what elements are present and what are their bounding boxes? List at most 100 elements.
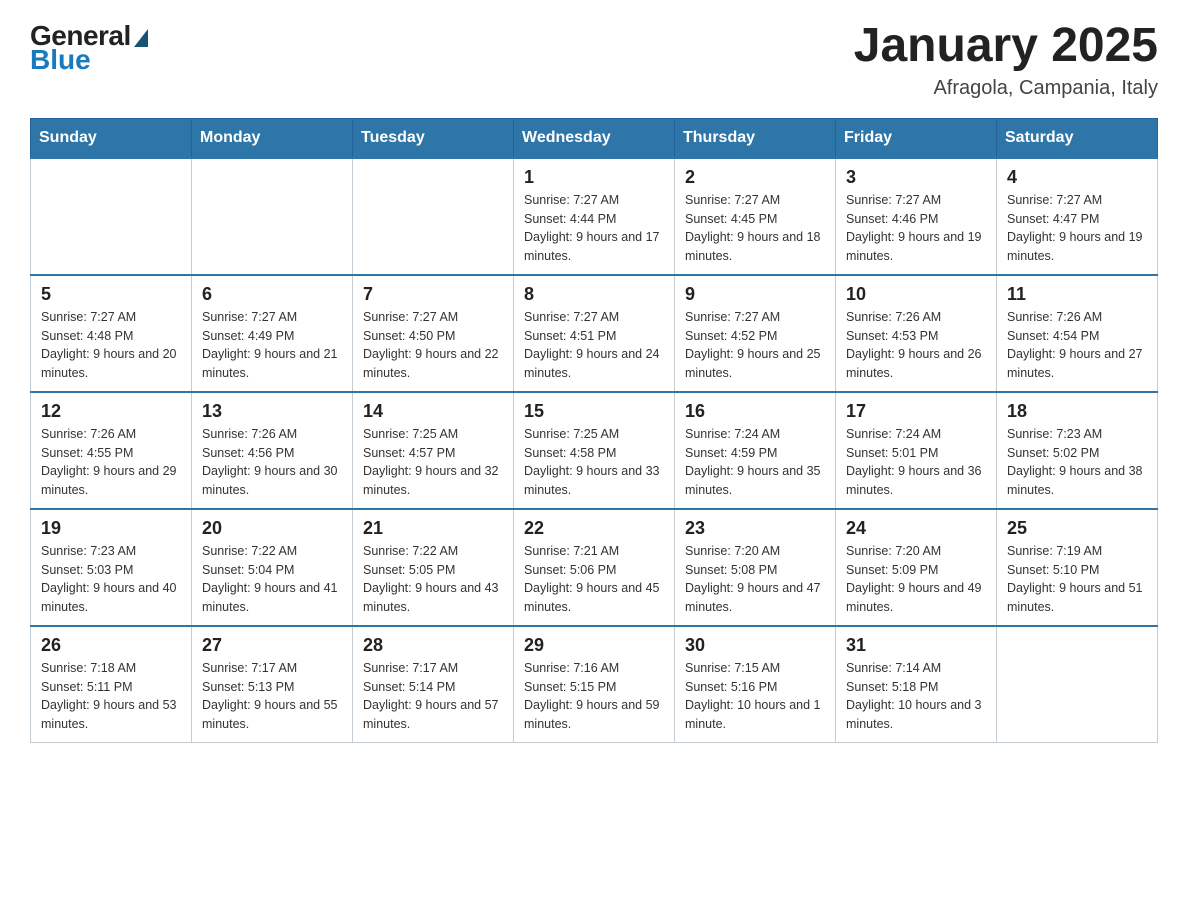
day-info: Sunrise: 7:27 AM Sunset: 4:52 PM Dayligh… [685,308,825,383]
day-number: 13 [202,401,342,422]
weekday-header-thursday: Thursday [675,118,836,158]
day-number: 1 [524,167,664,188]
calendar-cell: 18Sunrise: 7:23 AM Sunset: 5:02 PM Dayli… [997,392,1158,509]
calendar-cell: 1 Sunrise: 7:27 AM Sunset: 4:44 PM Daylig… [514,158,675,275]
calendar-cell: 3 Sunrise: 7:27 AM Sunset: 4:46 PM Daylig… [836,158,997,275]
day-number: 24 [846,518,986,539]
day-info: Sunrise: 7:20 AM Sunset: 5:08 PM Dayligh… [685,542,825,617]
calendar-cell [192,158,353,275]
calendar-cell: 17 Sunrise: 7:24 AM Sunset: 5:01 PM Dayli… [836,392,997,509]
calendar-header: SundayMondayTuesdayWednesdayThursdayFrid… [31,118,1158,158]
day-number: 25 [1007,518,1147,539]
day-number: 6 [202,284,342,305]
calendar-cell: 19Sunrise: 7:23 AM Sunset: 5:03 PM Dayli… [31,509,192,626]
month-title: January 2025 [854,20,1158,73]
weekday-header-tuesday: Tuesday [353,118,514,158]
location-subtitle: Afragola, Campania, Italy [854,77,1158,100]
logo-blue-text: Blue [30,44,91,76]
day-number: 5 [41,284,181,305]
calendar-cell: 27 Sunrise: 7:17 AM Sunset: 5:13 PM Dayli… [192,626,353,743]
title-section: January 2025 Afragola, Campania, Italy [854,20,1158,100]
calendar-cell: 2 Sunrise: 7:27 AM Sunset: 4:45 PM Daylig… [675,158,836,275]
calendar-cell: 7Sunrise: 7:27 AM Sunset: 4:50 PM Daylig… [353,275,514,392]
day-info: Sunrise: 7:27 AM Sunset: 4:47 PM Dayligh… [1007,191,1147,266]
day-info: Sunrise: 7:17 AM Sunset: 5:14 PM Dayligh… [363,659,503,734]
day-number: 2 [685,167,825,188]
day-number: 31 [846,635,986,656]
day-info: Sunrise: 7:27 AM Sunset: 4:45 PM Dayligh… [685,191,825,266]
day-info: Sunrise: 7:19 AM Sunset: 5:10 PM Dayligh… [1007,542,1147,617]
day-info: Sunrise: 7:22 AM Sunset: 5:05 PM Dayligh… [363,542,503,617]
day-number: 16 [685,401,825,422]
logo: General Blue [30,20,148,76]
calendar-cell [31,158,192,275]
calendar-week-row: 12 Sunrise: 7:26 AM Sunset: 4:55 PM Dayli… [31,392,1158,509]
day-number: 17 [846,401,986,422]
day-number: 11 [1007,284,1147,305]
day-number: 27 [202,635,342,656]
day-info: Sunrise: 7:27 AM Sunset: 4:51 PM Dayligh… [524,308,664,383]
calendar-cell: 14 Sunrise: 7:25 AM Sunset: 4:57 PM Dayli… [353,392,514,509]
calendar-cell: 13 Sunrise: 7:26 AM Sunset: 4:56 PM Dayli… [192,392,353,509]
day-info: Sunrise: 7:27 AM Sunset: 4:44 PM Dayligh… [524,191,664,266]
day-info: Sunrise: 7:26 AM Sunset: 4:56 PM Dayligh… [202,425,342,500]
day-info: Sunrise: 7:27 AM Sunset: 4:46 PM Dayligh… [846,191,986,266]
day-number: 26 [41,635,181,656]
calendar-cell: 4 Sunrise: 7:27 AM Sunset: 4:47 PM Daylig… [997,158,1158,275]
calendar-cell: 28 Sunrise: 7:17 AM Sunset: 5:14 PM Dayli… [353,626,514,743]
day-number: 4 [1007,167,1147,188]
day-info: Sunrise: 7:15 AM Sunset: 5:16 PM Dayligh… [685,659,825,734]
weekday-header-wednesday: Wednesday [514,118,675,158]
day-info: Sunrise: 7:25 AM Sunset: 4:58 PM Dayligh… [524,425,664,500]
calendar-week-row: 26 Sunrise: 7:18 AM Sunset: 5:11 PM Dayli… [31,626,1158,743]
day-number: 8 [524,284,664,305]
logo-triangle-icon [134,29,148,47]
calendar-cell: 20Sunrise: 7:22 AM Sunset: 5:04 PM Dayli… [192,509,353,626]
weekday-header-monday: Monday [192,118,353,158]
calendar-cell: 30Sunrise: 7:15 AM Sunset: 5:16 PM Dayli… [675,626,836,743]
day-info: Sunrise: 7:21 AM Sunset: 5:06 PM Dayligh… [524,542,664,617]
day-info: Sunrise: 7:20 AM Sunset: 5:09 PM Dayligh… [846,542,986,617]
calendar-week-row: 19Sunrise: 7:23 AM Sunset: 5:03 PM Dayli… [31,509,1158,626]
page-header: General Blue January 2025 Afragola, Camp… [30,20,1158,100]
calendar-cell: 6 Sunrise: 7:27 AM Sunset: 4:49 PM Daylig… [192,275,353,392]
calendar-cell: 31Sunrise: 7:14 AM Sunset: 5:18 PM Dayli… [836,626,997,743]
calendar-cell: 23 Sunrise: 7:20 AM Sunset: 5:08 PM Dayli… [675,509,836,626]
calendar-cell: 10Sunrise: 7:26 AM Sunset: 4:53 PM Dayli… [836,275,997,392]
day-number: 9 [685,284,825,305]
day-number: 23 [685,518,825,539]
calendar-cell: 8 Sunrise: 7:27 AM Sunset: 4:51 PM Daylig… [514,275,675,392]
calendar-cell: 21 Sunrise: 7:22 AM Sunset: 5:05 PM Dayli… [353,509,514,626]
day-info: Sunrise: 7:27 AM Sunset: 4:48 PM Dayligh… [41,308,181,383]
calendar-cell: 16 Sunrise: 7:24 AM Sunset: 4:59 PM Dayli… [675,392,836,509]
calendar-cell: 15 Sunrise: 7:25 AM Sunset: 4:58 PM Dayli… [514,392,675,509]
calendar-cell: 12 Sunrise: 7:26 AM Sunset: 4:55 PM Dayli… [31,392,192,509]
day-info: Sunrise: 7:22 AM Sunset: 5:04 PM Dayligh… [202,542,342,617]
day-number: 19 [41,518,181,539]
weekday-header-friday: Friday [836,118,997,158]
calendar-cell: 25 Sunrise: 7:19 AM Sunset: 5:10 PM Dayli… [997,509,1158,626]
day-number: 15 [524,401,664,422]
day-info: Sunrise: 7:17 AM Sunset: 5:13 PM Dayligh… [202,659,342,734]
day-number: 18 [1007,401,1147,422]
calendar-cell: 22 Sunrise: 7:21 AM Sunset: 5:06 PM Dayli… [514,509,675,626]
day-number: 22 [524,518,664,539]
calendar-cell [997,626,1158,743]
calendar-cell: 24 Sunrise: 7:20 AM Sunset: 5:09 PM Dayli… [836,509,997,626]
calendar-cell: 9 Sunrise: 7:27 AM Sunset: 4:52 PM Daylig… [675,275,836,392]
day-number: 28 [363,635,503,656]
day-info: Sunrise: 7:24 AM Sunset: 5:01 PM Dayligh… [846,425,986,500]
day-number: 21 [363,518,503,539]
day-number: 12 [41,401,181,422]
day-info: Sunrise: 7:25 AM Sunset: 4:57 PM Dayligh… [363,425,503,500]
calendar-cell [353,158,514,275]
calendar-body: 1 Sunrise: 7:27 AM Sunset: 4:44 PM Daylig… [31,158,1158,743]
day-number: 3 [846,167,986,188]
day-info: Sunrise: 7:18 AM Sunset: 5:11 PM Dayligh… [41,659,181,734]
day-number: 14 [363,401,503,422]
day-info: Sunrise: 7:27 AM Sunset: 4:49 PM Dayligh… [202,308,342,383]
day-number: 29 [524,635,664,656]
day-info: Sunrise: 7:27 AM Sunset: 4:50 PM Dayligh… [363,308,503,383]
day-info: Sunrise: 7:26 AM Sunset: 4:55 PM Dayligh… [41,425,181,500]
day-info: Sunrise: 7:24 AM Sunset: 4:59 PM Dayligh… [685,425,825,500]
